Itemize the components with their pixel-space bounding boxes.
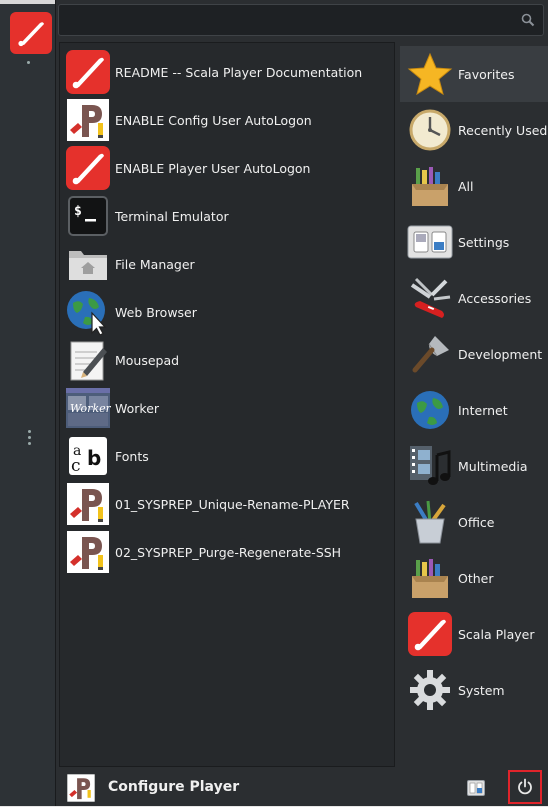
- svg-text:$: $: [74, 204, 82, 219]
- category-recently-used[interactable]: Recently Used: [400, 102, 548, 158]
- scala-player-icon: [64, 144, 112, 192]
- box-tools-icon: [406, 554, 454, 602]
- list-item[interactable]: acb Fonts: [60, 432, 394, 480]
- list-item[interactable]: ENABLE Config User AutoLogon: [60, 96, 394, 144]
- category-development[interactable]: Development: [400, 326, 548, 382]
- category-all[interactable]: All: [400, 158, 548, 214]
- app-label: ENABLE Config User AutoLogon: [115, 112, 312, 128]
- film-music-icon: [406, 442, 454, 490]
- category-label: Recently Used: [458, 122, 548, 138]
- list-item[interactable]: 01_SYSPREP_Unique-Rename-PLAYER: [60, 480, 394, 528]
- script-p-icon: [64, 528, 112, 576]
- panel-handle[interactable]: [28, 430, 31, 448]
- app-label: ENABLE Player User AutoLogon: [115, 160, 311, 176]
- worker-icon: Worker: [64, 384, 112, 432]
- search-bar[interactable]: [58, 4, 544, 36]
- category-label: Scala Player: [458, 626, 535, 642]
- app-label: Fonts: [115, 448, 149, 464]
- swiss-knife-icon: [406, 274, 454, 322]
- svg-text:Worker: Worker: [70, 402, 111, 415]
- settings-manager-button[interactable]: [467, 780, 485, 796]
- power-button[interactable]: [508, 770, 542, 804]
- search-input[interactable]: [65, 9, 509, 33]
- category-accessories[interactable]: Accessories: [400, 270, 548, 326]
- category-settings[interactable]: Settings: [400, 214, 548, 270]
- list-item[interactable]: ENABLE Player User AutoLogon: [60, 144, 394, 192]
- category-list: Favorites Recently Used All Settings Acc: [400, 42, 548, 767]
- list-item[interactable]: $ Terminal Emulator: [60, 192, 394, 240]
- whisker-menu: README -- Scala Player Documentation ENA…: [55, 0, 548, 806]
- category-label: Office: [458, 514, 495, 530]
- app-label: 01_SYSPREP_Unique-Rename-PLAYER: [115, 496, 350, 512]
- app-label: Worker: [115, 400, 160, 416]
- globe-icon: [406, 386, 454, 434]
- app-label: Terminal Emulator: [115, 208, 229, 224]
- toggle-switches-icon: [406, 218, 454, 266]
- star-icon: [406, 50, 454, 98]
- category-label: Development: [458, 346, 543, 362]
- category-label: System: [458, 682, 505, 698]
- category-label: Internet: [458, 402, 508, 418]
- category-label: Favorites: [458, 66, 515, 82]
- list-item[interactable]: Worker Worker: [60, 384, 394, 432]
- power-icon: [518, 778, 532, 795]
- category-label: Settings: [458, 234, 510, 250]
- category-label: Accessories: [458, 290, 532, 306]
- script-p-icon: [64, 480, 112, 528]
- app-label: 02_SYSPREP_Purge-Regenerate-SSH: [115, 544, 342, 560]
- scala-player-icon: [406, 610, 454, 658]
- list-item[interactable]: Mousepad: [60, 336, 394, 384]
- list-item[interactable]: Web Browser: [60, 288, 394, 336]
- category-label: Multimedia: [458, 458, 528, 474]
- category-label: All: [458, 178, 474, 194]
- svg-text:b: b: [87, 446, 101, 470]
- scala-player-icon: [64, 48, 112, 96]
- globe-cursor-icon: [64, 288, 112, 336]
- app-label: File Manager: [115, 256, 195, 272]
- pencil-cup-icon: [406, 498, 454, 546]
- category-label: Other: [458, 570, 494, 586]
- left-panel: [0, 4, 55, 806]
- fonts-icon: acb: [64, 432, 112, 480]
- box-tools-icon: [406, 162, 454, 210]
- category-other[interactable]: Other: [400, 550, 548, 606]
- app-label: Web Browser: [115, 304, 197, 320]
- scala-player-launcher-icon[interactable]: [10, 12, 52, 54]
- svg-text:c: c: [71, 456, 81, 476]
- category-internet[interactable]: Internet: [400, 382, 548, 438]
- category-scala-player[interactable]: Scala Player: [400, 606, 548, 662]
- app-label: README -- Scala Player Documentation: [115, 64, 363, 80]
- folder-home-icon: [64, 240, 112, 288]
- application-list: README -- Scala Player Documentation ENA…: [59, 42, 395, 767]
- category-system[interactable]: System: [400, 662, 548, 718]
- clock-icon: [406, 106, 454, 154]
- user-avatar: [66, 773, 96, 803]
- trowel-icon: [406, 330, 454, 378]
- gear-icon: [406, 666, 454, 714]
- terminal-icon: $: [64, 192, 112, 240]
- menu-footer: Configure Player: [56, 770, 548, 806]
- category-office[interactable]: Office: [400, 494, 548, 550]
- user-name: Configure Player: [108, 779, 240, 795]
- category-favorites[interactable]: Favorites: [400, 46, 548, 102]
- search-icon[interactable]: [521, 12, 535, 31]
- script-p-icon: [64, 96, 112, 144]
- panel-separator-dot: [27, 61, 30, 64]
- app-label: Mousepad: [115, 352, 180, 368]
- list-item[interactable]: File Manager: [60, 240, 394, 288]
- list-item[interactable]: README -- Scala Player Documentation: [60, 48, 394, 96]
- category-multimedia[interactable]: Multimedia: [400, 438, 548, 494]
- list-item[interactable]: 02_SYSPREP_Purge-Regenerate-SSH: [60, 528, 394, 576]
- notepad-icon: [64, 336, 112, 384]
